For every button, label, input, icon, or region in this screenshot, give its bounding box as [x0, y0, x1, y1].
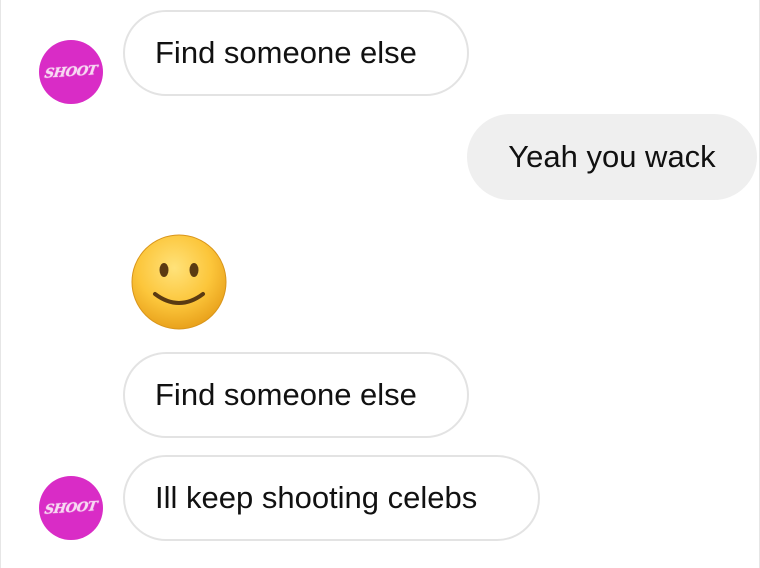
avatar-logo: SHOOT: [43, 62, 99, 82]
chat-thread: SHOOT Find someone else Yeah you wack Fi…: [0, 0, 760, 568]
message-bubble-incoming[interactable]: Ill keep shooting celebs: [123, 455, 540, 541]
contact-avatar[interactable]: SHOOT: [39, 40, 103, 104]
message-text: Yeah you wack: [508, 139, 716, 174]
message-bubble-incoming[interactable]: Find someone else: [123, 352, 469, 438]
message-text: Ill keep shooting celebs: [155, 480, 478, 515]
slightly-smiling-face-icon[interactable]: [129, 232, 229, 332]
message-bubble-outgoing[interactable]: Yeah you wack: [467, 114, 757, 200]
message-text: Find someone else: [155, 377, 417, 412]
contact-avatar[interactable]: SHOOT: [39, 476, 103, 540]
message-text: Find someone else: [155, 35, 417, 70]
message-bubble-incoming[interactable]: Find someone else: [123, 10, 469, 96]
avatar-logo: SHOOT: [43, 498, 99, 518]
